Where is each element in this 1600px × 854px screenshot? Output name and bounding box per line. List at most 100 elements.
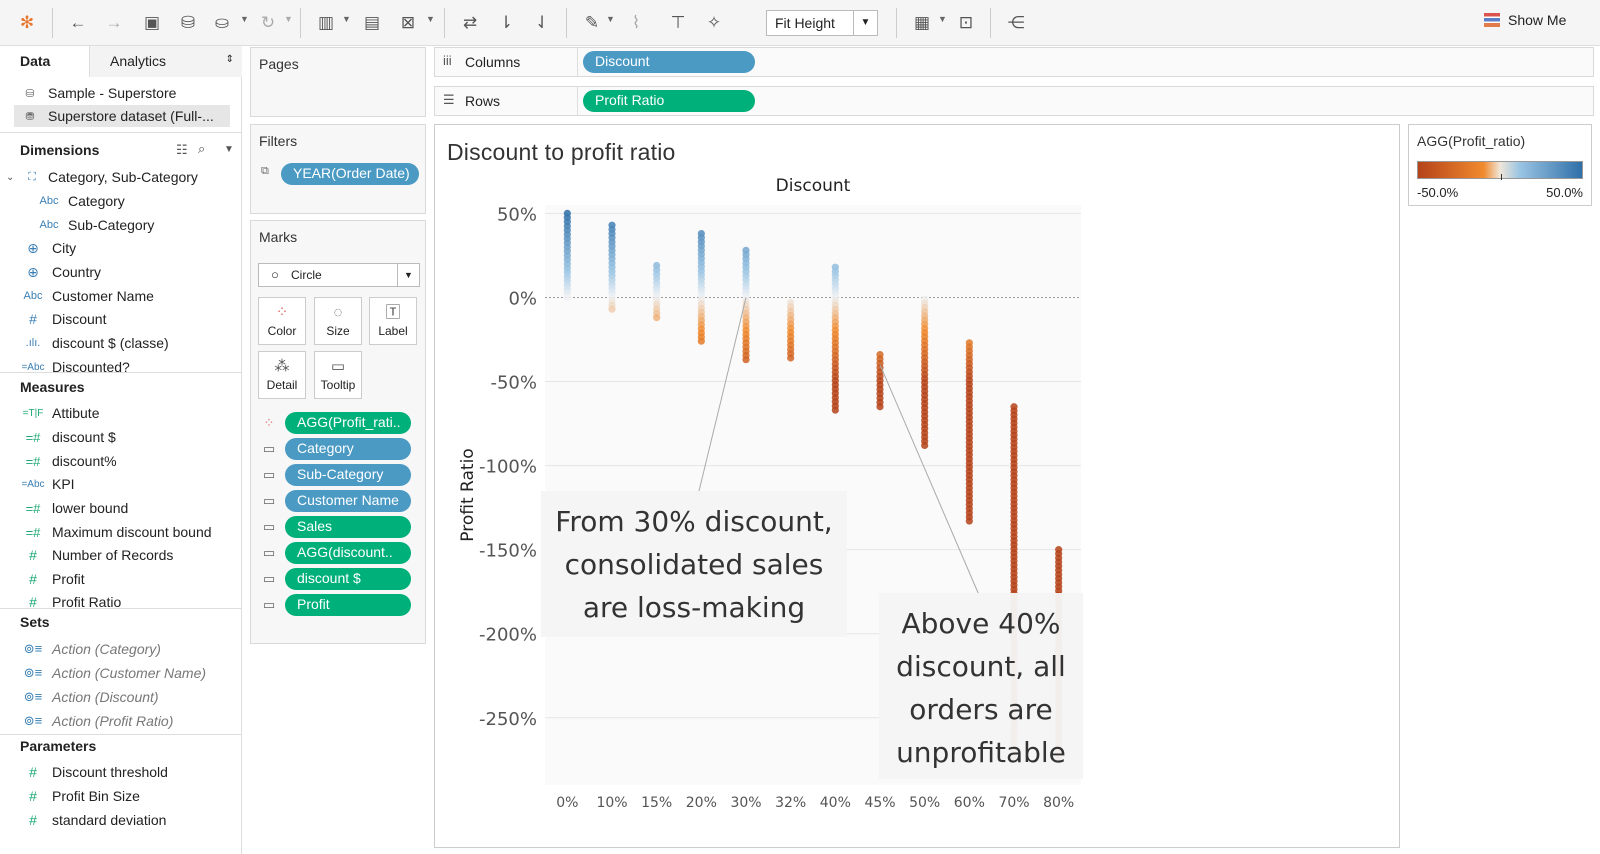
clear-sheet-icon[interactable]: ⊠ xyxy=(394,9,422,37)
marks-pill[interactable]: Category xyxy=(285,438,411,460)
dimension-item[interactable]: Abc Sub-Category xyxy=(36,214,155,236)
show-me-label: Show Me xyxy=(1508,12,1567,28)
dimension-item[interactable]: ⊕ City xyxy=(20,237,76,259)
mark-type-select[interactable]: ○ Circle ▼ xyxy=(258,263,420,287)
abc-icon: Abc xyxy=(39,195,59,207)
marks-pill[interactable]: AGG(Profit_rati.. xyxy=(285,412,411,434)
columns-pill[interactable]: Discount xyxy=(583,51,755,73)
set-item[interactable]: ⊚≡ Action (Customer Name) xyxy=(20,662,206,684)
rows-shelf[interactable]: ☰ Rows Profit Ratio xyxy=(434,86,1594,116)
swap-axes-icon[interactable]: ⇄ xyxy=(456,9,484,37)
device-preview-icon[interactable]: ⊡ xyxy=(952,9,980,37)
pages-shelf[interactable]: Pages xyxy=(250,47,426,117)
marks-pill[interactable]: Profit xyxy=(285,594,411,616)
measure-item[interactable]: =T|F Attibute xyxy=(20,402,100,424)
list-view-icon[interactable]: ☷ xyxy=(176,142,188,158)
y-tick-label: -250% xyxy=(479,709,537,730)
show-me-button[interactable]: Show Me xyxy=(1484,12,1566,28)
share-icon[interactable]: ⋲ xyxy=(1002,9,1030,37)
measure-item[interactable]: =# Maximum discount bound xyxy=(20,521,212,543)
tab-data[interactable]: Data xyxy=(0,46,90,77)
dimension-item[interactable]: =Abc Discounted? xyxy=(20,356,129,378)
dimension-label: Category, Sub-Category xyxy=(48,169,198,185)
pause-updates-icon[interactable]: ⛀ xyxy=(208,9,236,37)
detail-button[interactable]: ⁂ Detail xyxy=(258,351,306,399)
filter-pill[interactable]: YEAR(Order Date) xyxy=(281,163,419,185)
measure-item[interactable]: =Abc KPI xyxy=(20,473,74,495)
measure-item[interactable]: # Profit xyxy=(20,568,85,590)
marks-pill[interactable]: Customer Name xyxy=(285,490,411,512)
number-icon: # xyxy=(29,571,37,587)
dimension-item[interactable]: ⊕ Country xyxy=(20,261,101,283)
datasource-item-active[interactable]: ⛃ Superstore dataset (Full-... xyxy=(14,105,230,127)
dimension-item[interactable]: Abc Category xyxy=(36,190,125,212)
y-tick-label: 0% xyxy=(508,288,537,309)
marks-pill[interactable]: discount $ xyxy=(285,568,411,590)
rows-pill[interactable]: Profit Ratio xyxy=(583,90,755,112)
columns-shelf[interactable]: iii Columns Discount xyxy=(434,47,1594,77)
group-icon[interactable]: ⌇ xyxy=(622,9,650,37)
highlight-icon[interactable]: ✎ xyxy=(578,9,606,37)
rows-icon: ☰ xyxy=(443,92,455,107)
tooltip-icon: ▭ xyxy=(262,493,276,508)
tooltip-button[interactable]: ▭ Tooltip xyxy=(314,351,362,399)
number-icon: # xyxy=(29,311,37,327)
measure-item[interactable]: # Number of Records xyxy=(20,544,173,566)
new-datasource-icon[interactable]: ⛁ xyxy=(174,9,202,37)
color-button[interactable]: ⁘ Color xyxy=(258,297,306,345)
tooltip-icon: ▭ xyxy=(262,545,276,560)
measure-item[interactable]: =# lower bound xyxy=(20,497,129,519)
fit-select[interactable]: Fit Height ▼ xyxy=(766,10,878,36)
dimension-item[interactable]: Abc Customer Name xyxy=(20,285,154,307)
data-point xyxy=(921,441,929,450)
marks-pill-row: ▭ Customer Name xyxy=(259,489,411,513)
dimension-item[interactable]: # Discount xyxy=(20,308,106,330)
back-icon[interactable]: ← xyxy=(64,9,92,37)
set-item[interactable]: ⊚≡ Action (Discount) xyxy=(20,686,159,708)
sort-descending-icon[interactable]: ⇃ xyxy=(528,9,556,37)
dimension-label: Category xyxy=(68,193,125,209)
set-item[interactable]: ⊚≡ Action (Profit Ratio) xyxy=(20,710,174,732)
calc-number-icon: =# xyxy=(25,429,41,445)
measure-item[interactable]: =# discount% xyxy=(20,450,117,472)
measure-label: discount $ xyxy=(52,429,116,445)
parameter-item[interactable]: # standard deviation xyxy=(20,809,166,831)
label-button[interactable]: 🅃 Label xyxy=(369,297,417,345)
marks-pill[interactable]: Sales xyxy=(285,516,411,538)
save-icon[interactable]: ▣ xyxy=(138,9,166,37)
dimension-item[interactable]: .ılı. discount $ (classe) xyxy=(20,332,169,354)
filters-title: Filters xyxy=(259,133,298,149)
measures-header: Measures xyxy=(20,379,85,395)
color-legend[interactable]: AGG(Profit_ratio) -50.0% 50.0% xyxy=(1408,124,1592,206)
x-tick-label: 45% xyxy=(864,795,895,811)
detail-button-label: Detail xyxy=(266,378,298,392)
search-icon[interactable]: ⌕ xyxy=(198,141,205,157)
scatter-chart[interactable]: 50% 0% -50% -100% -150% -200% -250% 0% 10% 15% 20%… xyxy=(435,125,1399,847)
measure-item[interactable]: =# discount $ xyxy=(20,426,116,448)
forward-icon[interactable]: → xyxy=(100,9,128,37)
size-button-label: Size xyxy=(326,324,350,338)
data-point xyxy=(742,356,750,364)
tab-analytics[interactable]: Analytics ⇕ xyxy=(90,46,242,77)
duplicate-sheet-icon[interactable]: ▤ xyxy=(358,9,386,37)
datasource-item[interactable]: ⛁ Sample - Superstore xyxy=(18,82,176,104)
worksheet-view: Discount to profit ratio 50% 0% -50% -100% -… xyxy=(434,124,1400,848)
size-button[interactable]: ◌ Size xyxy=(314,297,362,345)
marks-pill[interactable]: AGG(discount.. xyxy=(285,542,411,564)
parameter-item[interactable]: # Discount threshold xyxy=(20,761,168,783)
parameter-item[interactable]: # Profit Bin Size xyxy=(20,785,140,807)
refresh-icon[interactable]: ↻ xyxy=(254,9,282,37)
dimension-hierarchy[interactable]: ⌄ ⛶ Category, Sub-Category xyxy=(6,166,198,188)
new-worksheet-icon[interactable]: ▥ xyxy=(312,9,340,37)
sort-ascending-icon[interactable]: ⇂ xyxy=(492,9,520,37)
marks-pill[interactable]: Sub-Category xyxy=(285,464,411,486)
label-icon[interactable]: ⊤ xyxy=(664,9,692,37)
presentation-mode-icon[interactable]: ▦ xyxy=(908,9,936,37)
filters-shelf[interactable]: Filters ⧉ YEAR(Order Date) xyxy=(250,124,426,214)
tableau-logo-icon[interactable]: ✻ xyxy=(13,9,41,37)
chevron-down-icon[interactable]: ▼ xyxy=(224,144,234,155)
measure-item[interactable]: # Profit Ratio xyxy=(20,591,121,613)
datasource-label: Superstore dataset (Full-... xyxy=(48,108,214,124)
pin-icon[interactable]: ✧ xyxy=(700,9,728,37)
set-item[interactable]: ⊚≡ Action (Category) xyxy=(20,638,161,660)
